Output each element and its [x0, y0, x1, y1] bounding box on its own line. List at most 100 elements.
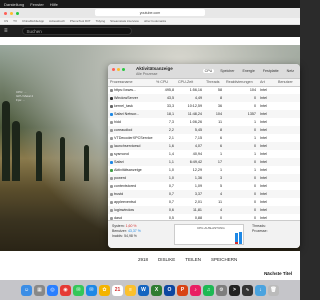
bookmark-item[interactable]: ChinaMobileApp [22, 19, 44, 23]
menu-item-hilfe[interactable]: Hilfe [50, 2, 58, 7]
bookmark-item[interactable]: Adressbuch [49, 19, 65, 23]
cell-wakes: 1 [224, 150, 258, 158]
menu-item-fenster[interactable]: Fenster [30, 2, 44, 7]
tab-cpu[interactable]: CPU [202, 69, 215, 73]
menu-bar: Darstellung Fenster Hilfe [0, 0, 300, 8]
trash-icon[interactable]: 🗑 [268, 284, 279, 296]
column-header-threads[interactable]: Threads [204, 79, 224, 87]
process-name: sysmond [114, 152, 129, 156]
column-header-cpu[interactable]: % CPU [154, 79, 176, 87]
word-icon[interactable]: W [138, 284, 149, 296]
process-name: trustd [114, 192, 124, 196]
process-name: coreaudiod [114, 128, 133, 132]
table-row[interactable]: trustd 0,7 3,37 4 0 Intel [108, 190, 300, 198]
table-row[interactable]: VTDecoderXPCService 2,1 7,15 6 1 Intel [108, 134, 300, 142]
messages-icon[interactable]: ✉ [73, 284, 84, 296]
tab-netz[interactable]: Netz [285, 69, 296, 73]
safari-icon[interactable]: ◎ [47, 284, 58, 296]
bookmark-item[interactable]: TV [13, 19, 17, 23]
column-header-wakes[interactable]: Reaktivierungen [224, 79, 258, 87]
cell-time: 6:49,42 [176, 158, 204, 166]
activity-monitor-toolbar: Aktivitätsanzeige Alle Prozesse CPU Spei… [108, 64, 300, 79]
activity-monitor-icon[interactable]: ∿ [242, 284, 253, 296]
bookmark-item[interactable]: Streamstats interview [110, 19, 139, 23]
like-count[interactable]: 2918 [138, 257, 148, 262]
terminal-icon[interactable]: > [229, 284, 240, 296]
finder-icon[interactable]: ☺ [21, 284, 32, 296]
column-header-user[interactable]: Benutzer [276, 79, 300, 87]
am-minimize-button[interactable] [117, 68, 120, 71]
browser-window: youtube.com CS TV ChinaMobileApp Adressb… [0, 8, 300, 280]
menu-icon[interactable]: ≡ [4, 28, 8, 34]
minimize-window-button[interactable] [10, 11, 13, 15]
bookmark-item[interactable]: CS [4, 19, 8, 23]
column-header-kind[interactable]: Art [258, 79, 276, 87]
idle-label: Inaktiv: [112, 234, 124, 238]
launchpad-icon[interactable]: ▦ [34, 284, 45, 296]
cell-user [276, 86, 300, 94]
cell-wakes: 0 [224, 174, 258, 182]
table-row[interactable]: loginwindow 0,6 11,81 4 0 Intel [108, 206, 300, 214]
table-row[interactable]: coreaudiod 2,2 5,45 8 0 Intel [108, 126, 300, 134]
save-button[interactable]: SPEICHERN [211, 257, 237, 262]
table-row[interactable]: contextstored 0,7 1,09 5 0 Intel [108, 182, 300, 190]
am-close-button[interactable] [112, 68, 115, 71]
performance-overlay: CPU: ... GPU Metal 2 Fps: ... [16, 90, 33, 102]
cell-user [276, 198, 300, 206]
process-name: contextstored [114, 184, 137, 188]
cell-time: 11,81 [176, 206, 204, 214]
settings-icon[interactable]: ⚙ [216, 284, 227, 296]
menu-item-darstellung[interactable]: Darstellung [4, 2, 24, 7]
table-row[interactable]: WindowServer 43,5 4,49 8 0 Intel [108, 94, 300, 102]
process-name: loginwindow [114, 208, 135, 212]
table-row[interactable]: Safari Networ... 18,1 11:48,24 104 1357 Intel [108, 110, 300, 118]
am-zoom-button[interactable] [122, 68, 125, 71]
tab-energie[interactable]: Energie [240, 69, 256, 73]
spotify-icon[interactable]: ♫ [203, 284, 214, 296]
calendar-icon[interactable]: 21 [112, 284, 123, 296]
dislike-button[interactable]: DISLIKE [158, 257, 175, 262]
bookmark-item[interactable]: other bookmarks [144, 19, 166, 23]
powerpoint-icon[interactable]: P [177, 284, 188, 296]
cpu-load-sparkline [235, 232, 242, 244]
music-icon[interactable]: ♪ [190, 284, 201, 296]
table-row[interactable]: Aktivitätsanzeige 1,0 12,29 1 1 Intel [108, 166, 300, 174]
column-header-name[interactable]: Prozessname [108, 79, 154, 87]
cell-threads: 11 [204, 118, 224, 126]
table-row[interactable]: Safari 1,1 6:49,42 17 0 Intel [108, 158, 300, 166]
tab-festplatte[interactable]: Festplatte [261, 69, 281, 73]
process-icon [110, 176, 113, 180]
zoom-window-button[interactable] [16, 11, 19, 15]
table-row[interactable]: https://www... 495,8 1:56,16 58 104 Intel [108, 86, 300, 94]
table-row[interactable]: sysmond 1,4 40,94 1 1 Intel [108, 150, 300, 158]
mail-icon[interactable]: ✉ [86, 284, 97, 296]
photos-icon[interactable]: ✿ [99, 284, 110, 296]
share-button[interactable]: TEILEN [185, 257, 201, 262]
search-input[interactable]: Suchen [21, 27, 132, 35]
tab-speicher[interactable]: Speicher [218, 69, 236, 73]
address-bar[interactable]: youtube.com [95, 9, 205, 16]
table-row[interactable]: hidd 7,3 1:06,26 11 1 Intel [108, 118, 300, 126]
table-row[interactable]: kernel_task 33,3 10:12,59 36 0 Intel [108, 102, 300, 110]
cell-kind: Intel [258, 150, 276, 158]
dock: ☺ ▦ ◎ ◉ ✉ ✉ ✿ 21 ≡ W X O P ♪ ♫ ⚙ > ∿ ↓ 🗑 [0, 280, 300, 300]
table-row[interactable]: appleeventsd 0,7 2,01 11 0 Intel [108, 198, 300, 206]
outlook-icon[interactable]: O [164, 284, 175, 296]
idle-value: 54,98 % [124, 234, 137, 238]
process-icon [110, 120, 113, 124]
downloads-icon[interactable]: ↓ [255, 284, 266, 296]
excel-icon[interactable]: X [151, 284, 162, 296]
notes-icon[interactable]: ≡ [125, 284, 136, 296]
cell-time: 1,09 [176, 182, 204, 190]
bookmark-item[interactable]: Tidying [96, 19, 106, 23]
activity-monitor-window: Aktivitätsanzeige Alle Prozesse CPU Spei… [108, 64, 300, 248]
column-header-cpu-time[interactable]: CPU-Zeit [176, 79, 204, 87]
close-window-button[interactable] [4, 11, 7, 15]
process-icon [110, 112, 113, 116]
cell-wakes: 0 [224, 142, 258, 150]
cell-cpu: 2,1 [154, 134, 176, 142]
chrome-icon[interactable]: ◉ [60, 284, 71, 296]
bookmark-item[interactable]: PhoneTool R3T [70, 19, 91, 23]
table-row[interactable]: powerd 1,0 1,36 3 0 Intel [108, 174, 300, 182]
table-row[interactable]: launchservicesd 1,6 4,07 6 0 Intel [108, 142, 300, 150]
